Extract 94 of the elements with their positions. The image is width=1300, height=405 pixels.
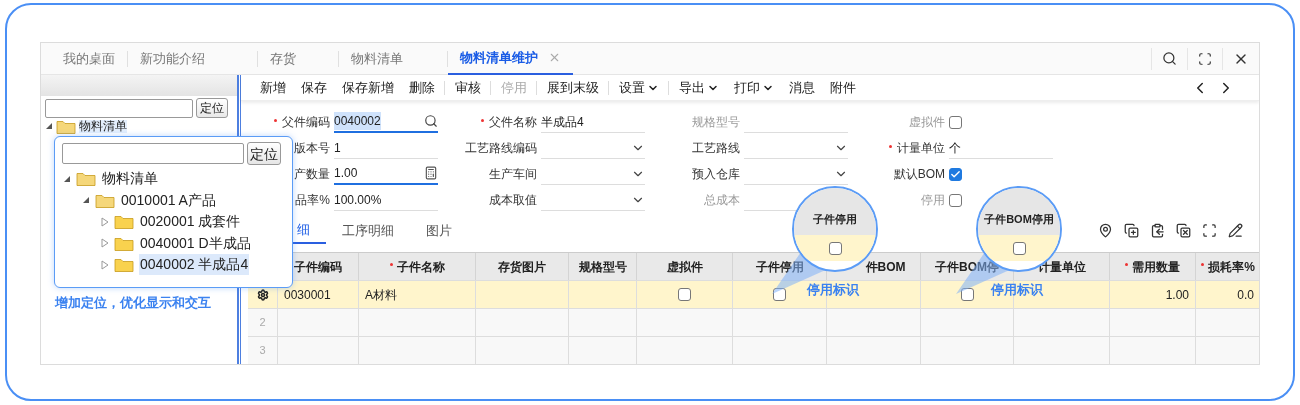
collapse-arrow-icon[interactable] [63, 174, 71, 183]
clipboard-icon[interactable] [1150, 223, 1165, 238]
tab[interactable]: 物料清单维护 [448, 43, 573, 75]
map-pin-icon[interactable] [1098, 223, 1113, 238]
checkbox[interactable] [960, 288, 974, 301]
expand-arrow-icon[interactable] [101, 238, 109, 249]
collapse-arrow-icon[interactable] [45, 122, 53, 130]
field-label: 父件名称 [481, 113, 537, 131]
tree-item[interactable]: 0020001 成套件 [139, 211, 242, 233]
field-label: 默认BOM [893, 166, 945, 183]
field-label: 停用 [921, 192, 945, 209]
tab[interactable]: 工序明细 [326, 217, 410, 244]
field-label: 总成本 [704, 192, 740, 209]
column-header[interactable]: 虚拟件 [666, 257, 703, 276]
column-header: 子件BOM停用 [984, 211, 1054, 227]
field-label: 预入仓库 [692, 166, 740, 183]
field-label: 规格型号 [692, 114, 740, 131]
column-header[interactable]: 件BOM [865, 257, 906, 276]
checkbox[interactable] [678, 288, 691, 301]
locate-field[interactable] [45, 98, 193, 118]
calculator-icon[interactable] [424, 166, 438, 180]
field-label: 工艺路线编码 [465, 140, 537, 157]
row-number: 2 [259, 315, 266, 331]
locate-button[interactable]: 定位 [196, 98, 228, 118]
field-label: 虚拟件 [909, 114, 945, 131]
folder-icon [95, 192, 115, 208]
toolbar-button[interactable]: 附件 [822, 75, 863, 100]
callout-label: 停用标识 [991, 281, 1043, 299]
tree-item[interactable]: 物料清单 [101, 168, 159, 190]
column-header[interactable]: 规格型号 [578, 257, 627, 276]
tab[interactable]: 物料清单 [339, 43, 415, 75]
tab[interactable]: 图片 [410, 217, 468, 244]
tab[interactable]: 新功能介绍 [128, 43, 217, 75]
folder-icon [114, 214, 134, 230]
field-label: 产数量 [294, 166, 330, 183]
checkbox[interactable] [828, 241, 842, 255]
expand-arrow-icon[interactable] [101, 216, 109, 227]
toolbar-button[interactable]: 设置 [611, 75, 666, 100]
tree-item[interactable]: 物料清单 [79, 119, 127, 133]
row-number: 3 [259, 343, 266, 359]
input-field[interactable]: 半成品4 [541, 111, 645, 133]
toolbar-button[interactable]: 打印 [726, 75, 781, 100]
toolbar-button[interactable]: 审核 [447, 75, 488, 100]
tab[interactable]: 我的桌面 [51, 43, 127, 75]
field-label: 计量单位 [889, 139, 945, 157]
toolbar-button[interactable]: 保存新增 [334, 75, 401, 100]
tree-item[interactable]: 0040002 半成品4 [139, 254, 250, 276]
column-header[interactable]: 损耗率% [1201, 257, 1255, 276]
collapse-arrow-icon[interactable] [82, 196, 90, 205]
copy-x-icon[interactable] [1176, 223, 1191, 238]
input-field[interactable]: 个 [949, 137, 1053, 159]
toolbar-button[interactable]: 展到末级 [539, 75, 606, 100]
locate-button[interactable]: 定位 [247, 142, 281, 165]
input-field[interactable]: 1 [334, 137, 438, 159]
toolbar-button[interactable]: 消息 [781, 75, 822, 100]
field-label: 版本号 [294, 140, 330, 157]
column-header[interactable]: 需用数量 [1125, 257, 1180, 276]
gear-icon[interactable] [256, 288, 269, 301]
folder-icon [114, 257, 134, 273]
field-label: 生产车间 [489, 166, 537, 183]
expand-arrow-icon[interactable] [101, 259, 109, 270]
edit-icon[interactable] [1228, 223, 1243, 238]
folder-icon [76, 171, 96, 187]
field-label: 成本取值 [489, 192, 537, 209]
callout-label: 停用标识 [807, 281, 859, 299]
tree-item[interactable]: 0010001 A产品 [120, 189, 217, 211]
checkbox[interactable] [773, 288, 786, 301]
field-label: 工艺路线 [692, 140, 740, 157]
folder-icon [114, 235, 134, 251]
copy-plus-icon[interactable] [1124, 223, 1139, 238]
search-icon[interactable] [1162, 51, 1177, 66]
field-label: 父件编码 [274, 113, 330, 131]
column-header: 子件停用 [813, 211, 857, 227]
input-field[interactable]: 1.00 [334, 163, 438, 185]
fullscreen-icon[interactable] [1198, 51, 1212, 66]
column-header[interactable]: 子件编码 [294, 257, 342, 276]
locate-field[interactable] [62, 143, 244, 164]
tab[interactable]: 存货 [258, 43, 308, 75]
input-field[interactable]: 0040002 [334, 111, 438, 133]
toolbar-button[interactable]: 删除 [401, 75, 442, 100]
toolbar-button[interactable]: 新增 [252, 75, 293, 100]
fullscreen-icon[interactable] [1202, 223, 1217, 238]
field-label: 品率% [295, 192, 330, 209]
toolbar-button[interactable]: 导出 [671, 75, 726, 100]
caption: 增加定位，优化显示和交互 [55, 294, 212, 312]
checkbox[interactable] [1012, 241, 1026, 255]
search-icon[interactable] [424, 114, 438, 128]
column-header[interactable]: 存货图片 [498, 257, 546, 276]
column-header[interactable]: 子件名称 [389, 257, 445, 276]
tree-item[interactable]: 0040001 D半成品 [139, 232, 252, 254]
checkbox[interactable] [949, 167, 962, 181]
toolbar-button[interactable]: 保存 [293, 75, 334, 100]
input-field[interactable]: 100.00% [334, 189, 438, 211]
column-header[interactable]: 子件停用 [755, 257, 804, 276]
